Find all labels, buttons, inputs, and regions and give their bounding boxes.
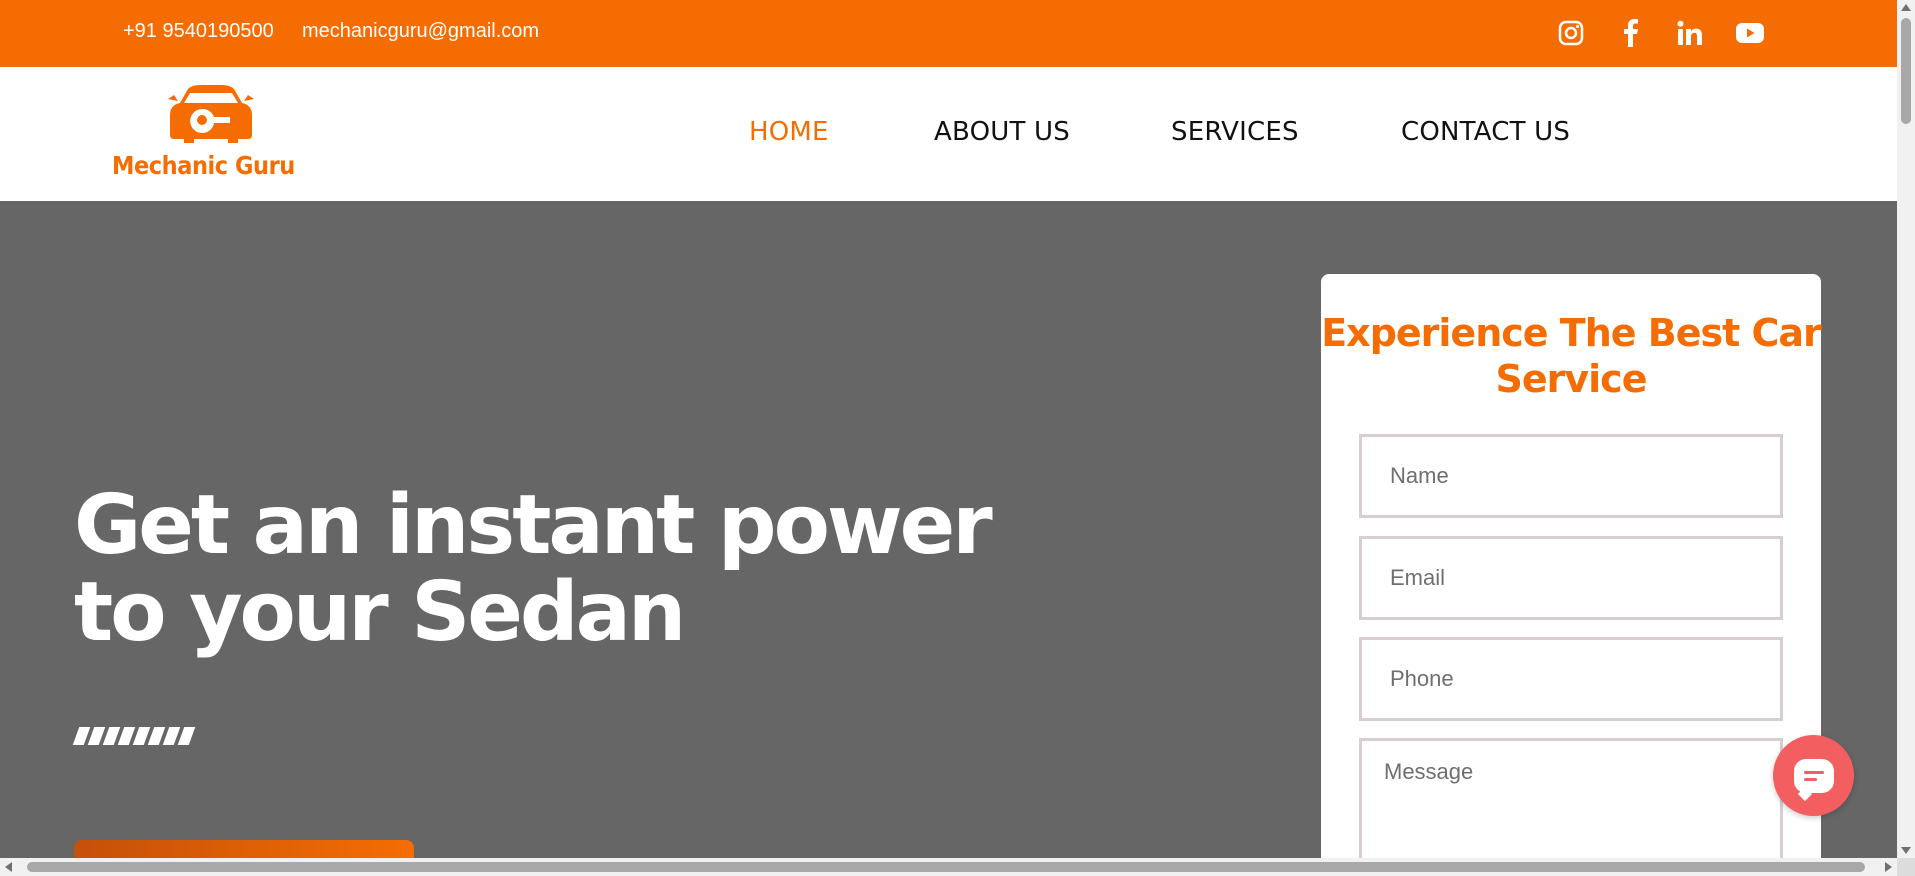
decorative-stripes [72,727,196,747]
nav-item-home[interactable]: HOME [749,117,829,147]
chat-bubble-icon [1793,758,1834,793]
instagram-icon[interactable] [1555,17,1587,49]
scroll-up-arrow[interactable] [1901,4,1911,11]
phone-number[interactable]: +91 9540190500 [123,20,274,43]
nav-item-contact-us[interactable]: CONTACT US [1401,117,1570,147]
service-enquiry-form: Experience The Best Car Service [1321,274,1822,858]
vertical-scroll-thumb[interactable] [1901,18,1911,124]
horizontal-scrollbar[interactable] [0,858,1897,876]
hero-title: Get an instant power to your Sedan [74,478,993,660]
top-bar: +91 9540190500 mechanicguru@gmail.com [0,0,1897,67]
hero-cta-button[interactable] [74,840,414,858]
stripe [177,727,196,745]
chat-widget-button[interactable] [1773,735,1854,816]
chat-line [1803,777,1817,781]
scroll-down-arrow[interactable] [1901,847,1911,854]
page-viewport: +91 9540190500 mechanicguru@gmail.com Me… [0,0,1897,858]
vertical-scrollbar[interactable] [1897,0,1915,858]
scrollbar-corner [1897,858,1915,876]
chat-line [1803,770,1824,774]
nav-item-services[interactable]: SERVICES [1171,117,1299,147]
email-input[interactable] [1359,536,1783,620]
brand-name: Mechanic Guru [112,151,295,180]
message-textarea[interactable] [1359,738,1783,858]
facebook-icon[interactable] [1614,17,1646,49]
scroll-left-arrow[interactable] [5,862,12,872]
brand-logo[interactable]: Mechanic Guru [112,85,312,185]
name-input[interactable] [1359,434,1783,518]
linkedin-icon[interactable] [1674,17,1706,49]
nav-item-about-us[interactable]: ABOUT US [934,117,1070,147]
form-title: Experience The Best Car Service [1321,311,1822,401]
scroll-right-arrow[interactable] [1885,862,1892,872]
youtube-icon[interactable] [1734,17,1766,49]
navigation-bar: Mechanic Guru HOME ABOUT US SERVICES CON… [0,67,1897,201]
phone-input[interactable] [1359,637,1783,721]
car-wrench-icon [168,85,254,143]
email-address[interactable]: mechanicguru@gmail.com [302,20,539,43]
horizontal-scroll-thumb[interactable] [27,862,1865,872]
